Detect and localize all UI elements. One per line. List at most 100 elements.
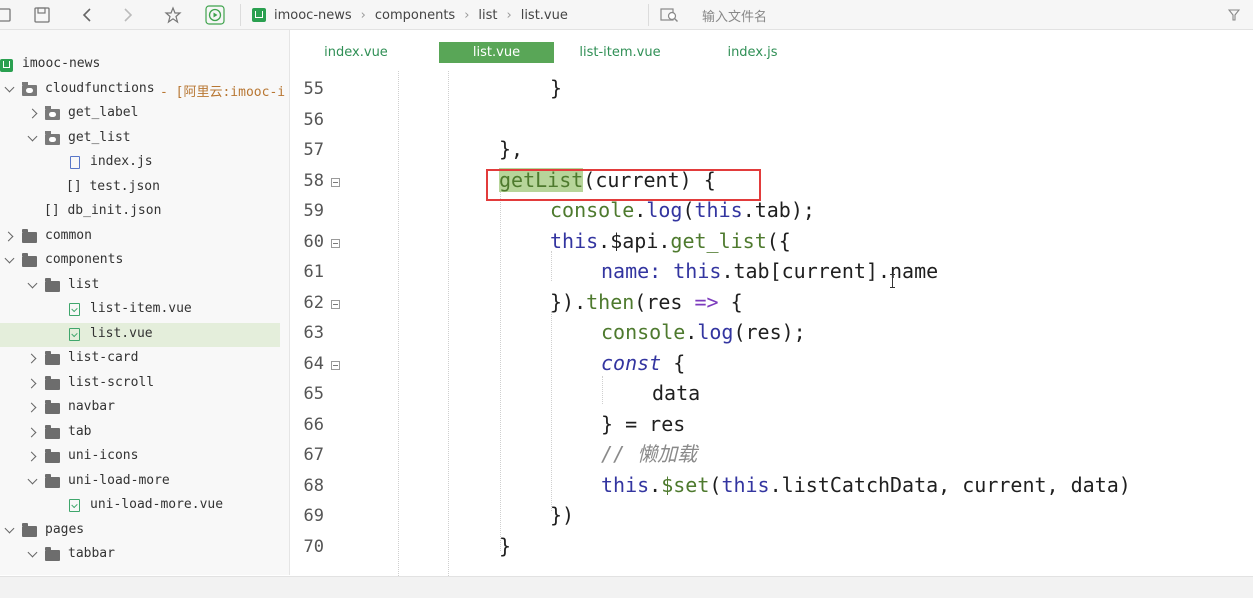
tree-folder-tab[interactable]: tab	[0, 421, 280, 445]
file-search-box[interactable]: 输入文件名	[652, 4, 1250, 26]
tree-folder-list[interactable]: list	[0, 274, 280, 298]
breadcrumb-item[interactable]: components	[375, 8, 455, 23]
fold-toggle-icon[interactable]	[331, 178, 340, 187]
tree-file-list-item-vue[interactable]: list-item.vue	[0, 298, 280, 322]
tree-folder-navbar[interactable]: navbar	[0, 396, 280, 420]
chevron-down-icon	[4, 82, 15, 93]
tree-item-label: list-card	[68, 350, 139, 365]
line-number: 57	[303, 140, 324, 160]
folder-icon	[45, 278, 60, 292]
code-token: ({	[766, 229, 791, 253]
tree-item-label: common	[45, 228, 92, 243]
tree-project-root[interactable]: imooc-news	[0, 53, 280, 77]
tree-folder-uni-icons[interactable]: uni-icons	[0, 445, 280, 469]
tree-folder-common[interactable]: common	[0, 225, 280, 249]
folder-icon	[45, 376, 60, 390]
fold-toggle-icon[interactable]	[331, 239, 340, 248]
code-token: this	[661, 259, 722, 283]
chevron-down-icon	[4, 253, 15, 264]
folder-icon	[22, 523, 37, 537]
tab-index-js[interactable]: index.js	[715, 42, 790, 63]
code-token: this	[721, 473, 770, 497]
code-token: this	[601, 473, 650, 497]
breadcrumb-item[interactable]: imooc-news	[274, 8, 352, 23]
code-token: console	[550, 198, 635, 222]
tree-folder-tabbar[interactable]: tabbar	[0, 543, 280, 567]
code-line: name: this.tab[current].name	[601, 259, 938, 283]
code-token: {	[718, 290, 743, 314]
code-line: console.log(res);	[601, 320, 806, 344]
chevron-down-icon	[27, 547, 38, 558]
code-line: data	[652, 381, 701, 405]
breadcrumb-item[interactable]: list.vue	[521, 8, 568, 23]
chevron-right-icon	[26, 378, 37, 389]
menu-icon[interactable]	[0, 4, 14, 26]
code-token: name:	[601, 259, 662, 283]
fold-toggle-icon[interactable]	[331, 361, 340, 370]
status-bar	[0, 576, 1253, 598]
save-icon[interactable]	[31, 4, 53, 26]
indent-guide	[551, 251, 552, 281]
tree-file-list-vue[interactable]: list.vue	[0, 323, 280, 347]
cloud-provider-label: - [阿里云:imooc-i	[160, 85, 286, 100]
code-token: .	[649, 473, 662, 497]
tree-folder-pages[interactable]: pages	[0, 519, 280, 543]
code-token: .	[685, 320, 698, 344]
tree-file-test-json[interactable]: [] test.json	[0, 176, 280, 200]
tree-item-label: pages	[45, 522, 85, 537]
js-file-icon	[70, 156, 80, 169]
tree-item-label: get_label	[68, 105, 139, 120]
tree-folder-uni-load-more[interactable]: uni-load-more	[0, 470, 280, 494]
line-number: 65	[303, 384, 324, 404]
line-number: 69	[303, 506, 324, 526]
chevron-down-icon	[4, 523, 15, 534]
code-token: .$api.	[598, 229, 671, 253]
tree-item-label: cloudfunctions	[45, 81, 155, 96]
top-toolbar: imooc-news › components › list › list.vu…	[0, 0, 1253, 30]
code-token: .tab);	[742, 198, 815, 222]
tab-list-vue[interactable]: list.vue	[439, 42, 554, 63]
line-number: 64	[303, 354, 324, 374]
code-token: log	[646, 198, 683, 222]
chevron-right-icon	[27, 108, 38, 119]
tree-item-label: [] db_init.json	[44, 203, 162, 218]
fold-toggle-icon[interactable]	[331, 300, 340, 309]
breadcrumb-item[interactable]: list	[478, 8, 497, 23]
tree-folder-list-scroll[interactable]: list-scroll	[0, 372, 280, 396]
code-token: console	[601, 320, 686, 344]
folder-icon	[45, 351, 60, 365]
code-token: }).	[550, 290, 587, 314]
tree-item-label: tab	[68, 424, 92, 439]
folder-icon	[45, 449, 60, 463]
breadcrumb-separator: ›	[360, 7, 366, 23]
code-token: log	[697, 320, 734, 344]
tree-folder-get-list[interactable]: get_list	[0, 127, 280, 151]
tab-index-vue[interactable]: index.vue	[310, 42, 402, 63]
code-editor[interactable]: } }, getList(current) { console.log(this…	[340, 71, 1253, 576]
line-number: 67	[303, 445, 324, 465]
line-number: 68	[303, 476, 324, 496]
tree-folder-get-label[interactable]: get_label	[0, 102, 280, 126]
star-icon[interactable]	[162, 4, 184, 26]
search-input[interactable]: 输入文件名	[702, 6, 767, 25]
breadcrumb-separator: ›	[464, 7, 470, 23]
run-icon[interactable]	[204, 4, 226, 26]
tab-list-item-vue[interactable]: list-item.vue	[572, 42, 668, 63]
back-icon[interactable]	[76, 4, 98, 26]
code-line: } = res	[601, 412, 686, 436]
filter-icon[interactable]	[1227, 7, 1241, 26]
code-token: get_list	[670, 229, 767, 253]
tree-folder-list-card[interactable]: list-card	[0, 347, 280, 371]
file-search-icon	[660, 6, 680, 28]
tree-file-index-js[interactable]: index.js	[0, 151, 280, 175]
code-token: (	[709, 473, 722, 497]
forward-icon[interactable]	[117, 4, 139, 26]
tree-item-label: components	[45, 252, 124, 267]
tree-folder-components[interactable]: components	[0, 249, 280, 273]
code-token: (res);	[733, 320, 806, 344]
tree-folder-cloudfunctions[interactable]: cloudfunctions - [阿里云:imooc-i	[0, 78, 285, 102]
tree-file-uni-load-more-vue[interactable]: uni-load-more.vue	[0, 494, 280, 518]
folder-icon	[22, 253, 37, 267]
code-token: .	[634, 198, 647, 222]
tree-file-db-init-json[interactable]: [] db_init.json	[0, 200, 280, 224]
